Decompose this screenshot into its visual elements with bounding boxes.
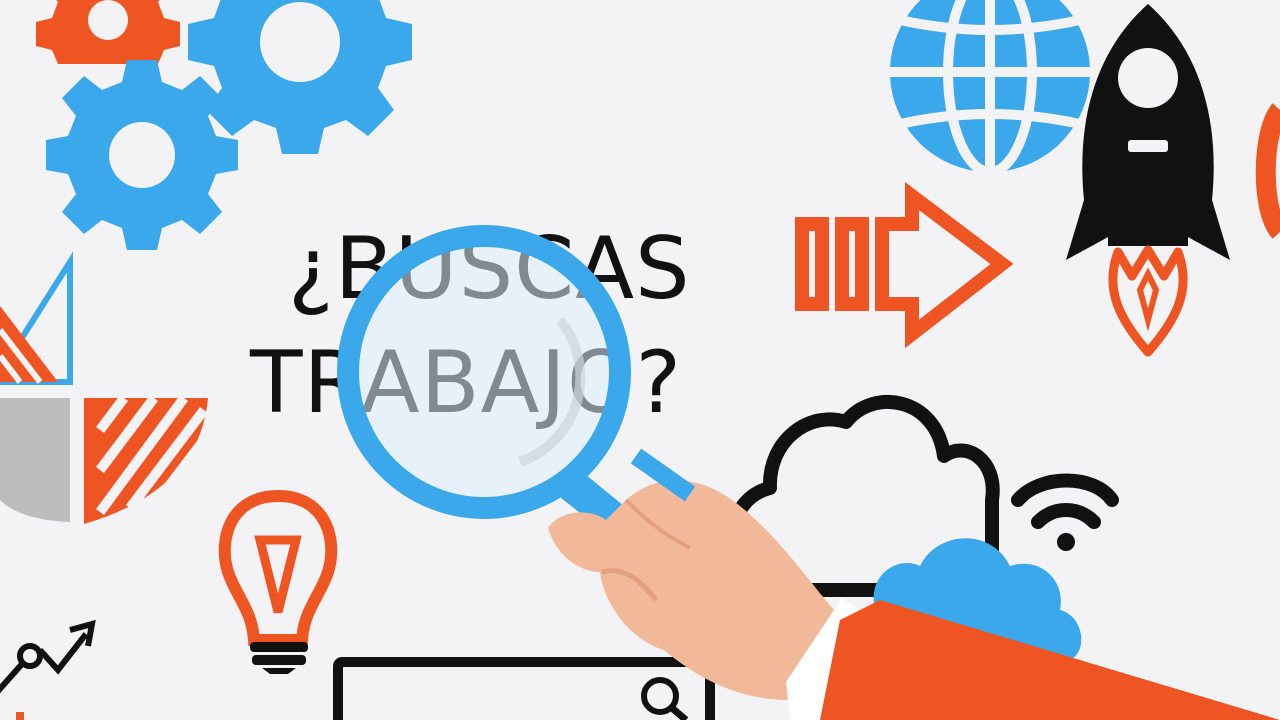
job-search-illustration: ¿BUSCAS TRABAJO? [0,0,1280,720]
orange-gear-icon [36,0,180,64]
search-bar-icon [333,657,715,720]
pie-chart-icon [0,251,208,524]
background-icons [0,0,1280,720]
trend-arrow-icon [0,619,96,694]
lightbulb-icon [218,489,338,674]
globe-icon [888,0,1092,177]
cloud-blue-icon [854,538,1082,662]
arrow-right-icon [795,181,1014,349]
orange-arc-icon [1255,103,1280,239]
blue-gear-large-icon [188,0,412,154]
wifi-icon [1011,473,1119,551]
blue-gear-small-icon [46,60,238,250]
rocket-icon [1066,4,1230,357]
